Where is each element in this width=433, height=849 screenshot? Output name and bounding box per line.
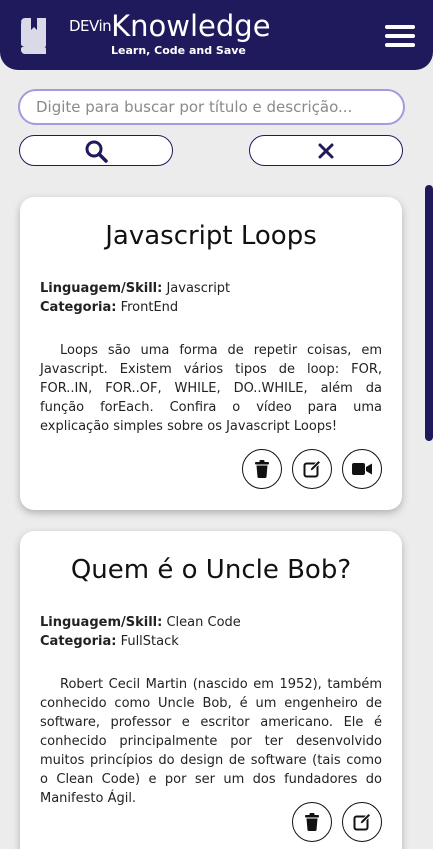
trash-icon	[305, 813, 319, 831]
close-icon	[318, 143, 334, 158]
hamburger-menu-icon[interactable]	[385, 25, 415, 47]
edit-button[interactable]	[292, 449, 332, 489]
card-meta: Linguagem/Skill: Javascript Categoria: F…	[40, 279, 402, 317]
card-description: Loops são uma forma de repetir coisas, e…	[40, 343, 382, 434]
knowledge-card: Quem é o Uncle Bob? Linguagem/Skill: Cle…	[20, 531, 402, 849]
book-logo-icon	[21, 18, 46, 54]
knowledge-card: Javascript Loops Linguagem/Skill: Javasc…	[20, 197, 402, 510]
edit-button[interactable]	[342, 802, 382, 842]
category-label: Categoria:	[40, 634, 117, 649]
card-meta: Linguagem/Skill: Clean Code Categoria: F…	[40, 613, 402, 651]
scrollbar-thumb[interactable]	[425, 185, 433, 441]
skill-label: Linguagem/Skill:	[40, 281, 163, 296]
app-tagline: Learn, Code and Save	[111, 44, 246, 57]
edit-icon	[353, 813, 371, 831]
scrollbar[interactable]	[423, 185, 433, 849]
category-value: FrontEnd	[120, 300, 179, 315]
card-description: Robert Cecil Martin (nascido em 1952), t…	[40, 677, 382, 806]
video-icon	[352, 463, 372, 475]
delete-button[interactable]	[242, 449, 282, 489]
brand-name: Knowledge	[111, 9, 271, 43]
card-title: Quem é o Uncle Bob?	[70, 555, 352, 585]
clear-search-button[interactable]	[249, 135, 403, 166]
skill-label: Linguagem/Skill:	[40, 615, 163, 630]
skill-value: Clean Code	[166, 615, 241, 630]
search-input[interactable]	[18, 89, 405, 125]
category-value: FullStack	[120, 634, 179, 649]
app-brand: DEVinKnowledge	[69, 9, 271, 43]
card-actions	[242, 449, 382, 489]
skill-value: Javascript	[166, 281, 231, 296]
edit-icon	[303, 460, 321, 478]
card-title: Javascript Loops	[105, 221, 317, 251]
brand-prefix: DEVin	[69, 17, 112, 35]
search-icon	[85, 140, 108, 163]
video-button[interactable]	[342, 449, 382, 489]
card-actions	[292, 802, 382, 842]
category-label: Categoria:	[40, 300, 117, 315]
trash-icon	[255, 460, 269, 478]
search-button[interactable]	[19, 135, 173, 166]
delete-button[interactable]	[292, 802, 332, 842]
app-header: DEVinKnowledge Learn, Code and Save	[0, 0, 433, 70]
